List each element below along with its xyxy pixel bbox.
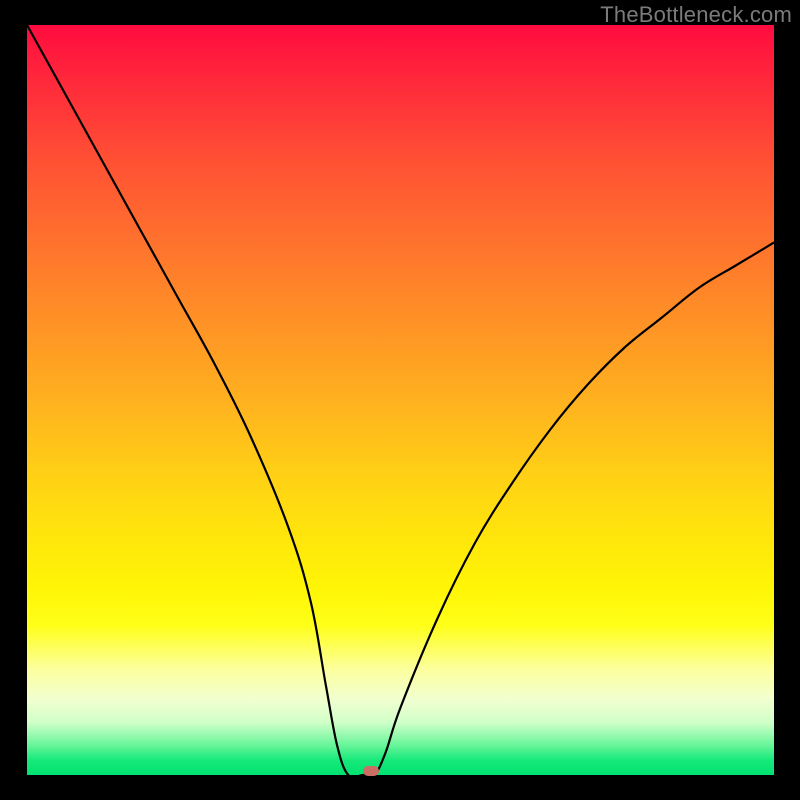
bottleneck-curve <box>27 25 774 775</box>
curve-svg <box>27 25 774 775</box>
bottleneck-marker <box>363 766 379 776</box>
chart-frame: TheBottleneck.com <box>0 0 800 800</box>
plot-area <box>27 25 774 775</box>
